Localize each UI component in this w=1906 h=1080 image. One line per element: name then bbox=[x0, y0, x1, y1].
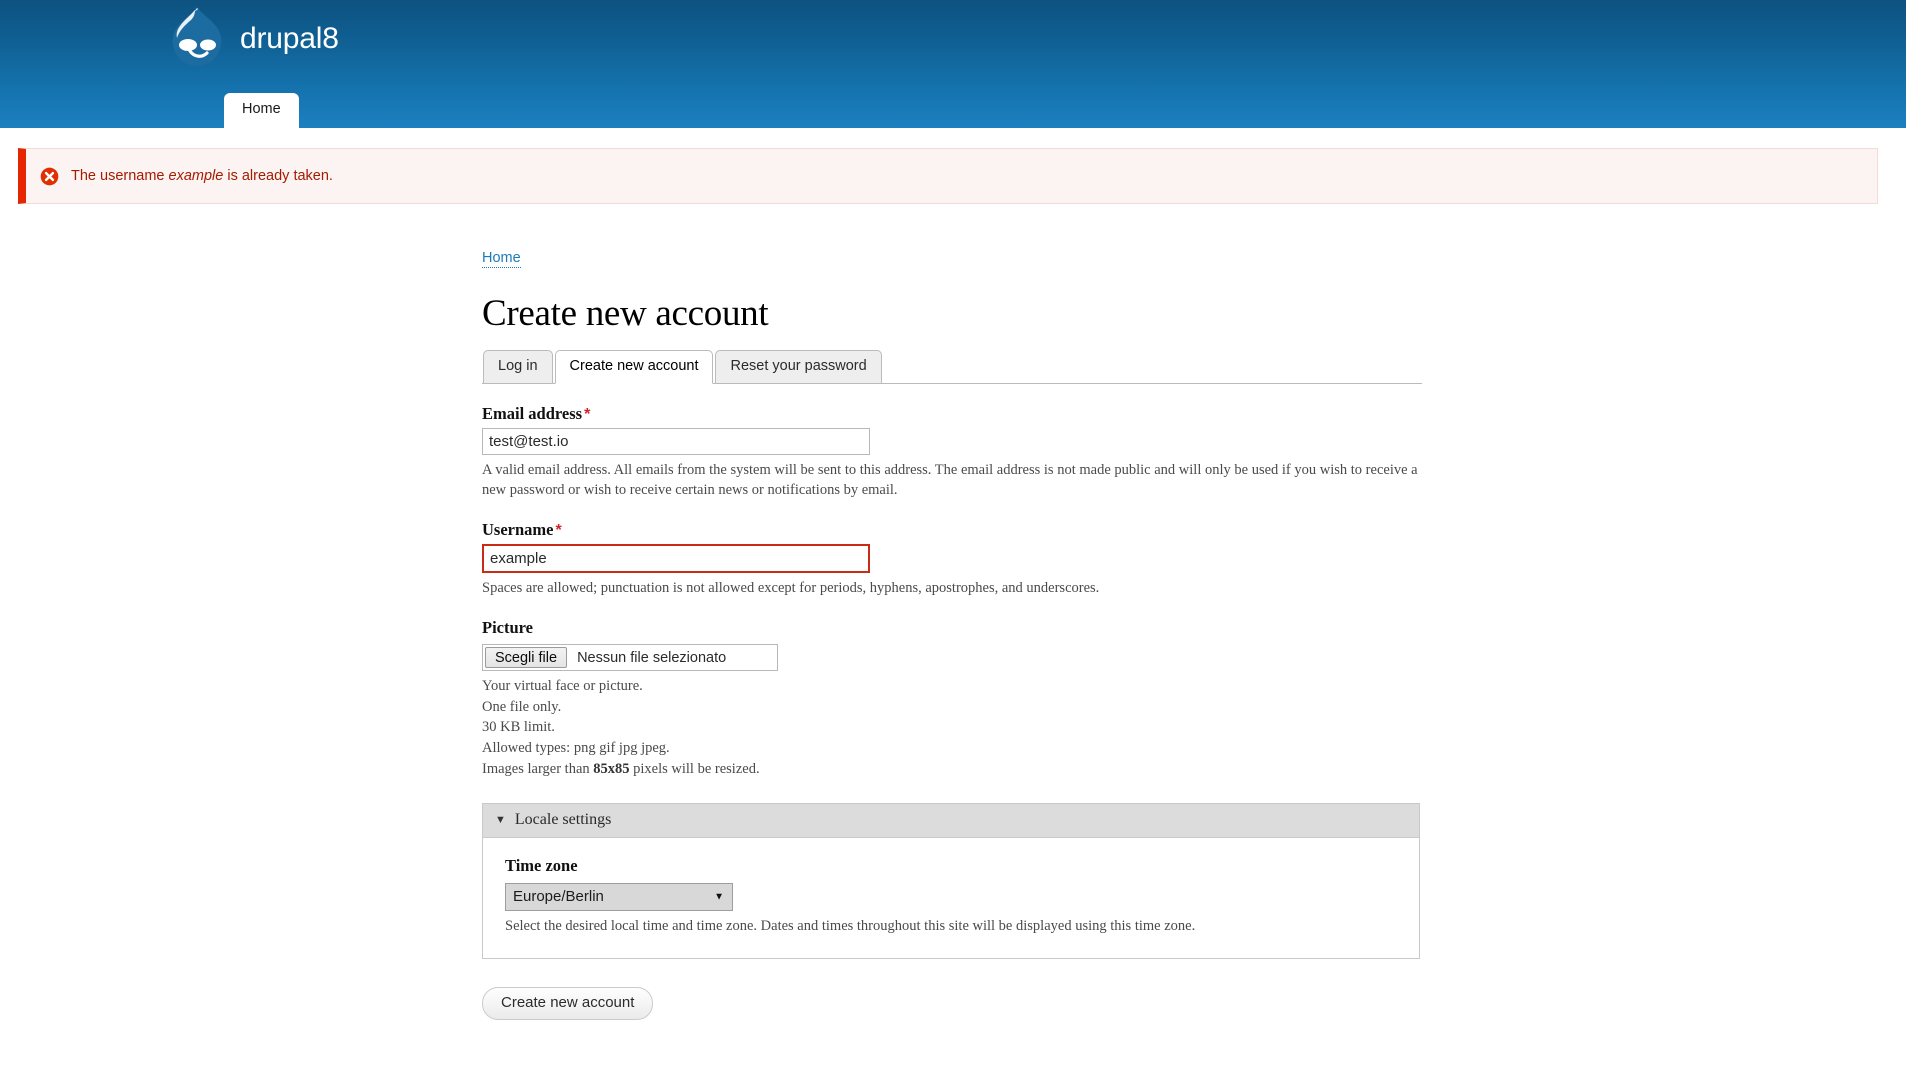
error-text-after: is already taken. bbox=[223, 167, 333, 184]
page-wrapper: Home Create new account Log in Create ne… bbox=[160, 204, 1746, 1080]
picture-resize-note: Images larger than 85x85 pixels will be … bbox=[482, 759, 1422, 780]
picture-file-input[interactable]: Scegli file Nessun file selezionato bbox=[482, 644, 778, 672]
tab-reset-your-password[interactable]: Reset your password bbox=[715, 349, 882, 385]
file-selection-status: Nessun file selezionato bbox=[577, 649, 727, 666]
locale-settings-body: Time zone Europe/Berlin ▼ Select the des… bbox=[483, 838, 1419, 958]
choose-file-button[interactable]: Scegli file bbox=[485, 647, 568, 669]
resize-note-suffix: pixels will be resized. bbox=[629, 760, 760, 777]
site-name: drupal8 bbox=[240, 22, 339, 55]
username-field[interactable] bbox=[482, 544, 870, 574]
timezone-select[interactable]: Europe/Berlin bbox=[505, 883, 733, 912]
site-branding-link[interactable]: drupal8 bbox=[168, 4, 339, 70]
form-item-email: Email address* A valid email address. Al… bbox=[482, 404, 1422, 500]
create-new-account-button[interactable]: Create new account bbox=[482, 987, 654, 1021]
resize-note-prefix: Images larger than bbox=[482, 760, 594, 777]
username-description: Spaces are allowed; punctuation is not a… bbox=[482, 580, 1100, 597]
breadcrumb: Home bbox=[482, 204, 1422, 268]
tab-item: Reset your password bbox=[715, 349, 882, 385]
required-marker: * bbox=[584, 406, 591, 424]
picture-description: Your virtual face or picture. One file o… bbox=[482, 676, 1422, 779]
picture-description-line: 30 KB limit. bbox=[482, 719, 555, 736]
username-label-text: Username bbox=[482, 520, 554, 540]
tab-item: Create new account bbox=[554, 349, 714, 385]
timezone-label: Time zone bbox=[505, 856, 578, 876]
primary-navigation: Home bbox=[224, 93, 299, 128]
locale-settings-details: ▼ Locale settings Time zone Europe/Berli… bbox=[482, 803, 1420, 960]
email-field[interactable] bbox=[482, 428, 870, 456]
email-label: Email address * bbox=[482, 404, 1422, 424]
form-actions: Create new account bbox=[482, 987, 1422, 1021]
local-tasks-tabs: Log in Create new account Reset your pas… bbox=[482, 349, 1422, 385]
timezone-description: Select the desired local time and time z… bbox=[505, 918, 1196, 935]
email-label-text: Email address bbox=[482, 404, 583, 424]
menu-item-home[interactable]: Home bbox=[224, 93, 299, 128]
error-text-emphasis: example bbox=[168, 167, 224, 184]
required-marker: * bbox=[555, 522, 562, 540]
timezone-select-wrapper: Europe/Berlin ▼ bbox=[505, 883, 733, 912]
header-inner: drupal8 Home bbox=[160, 0, 1746, 128]
error-message-text: The username example is already taken. bbox=[71, 167, 333, 186]
form-item-username: Username* Spaces are allowed; punctuatio… bbox=[482, 520, 1422, 598]
username-label: Username * bbox=[482, 520, 1422, 540]
page-title: Create new account bbox=[482, 293, 769, 334]
tab-create-new-account[interactable]: Create new account bbox=[554, 349, 714, 385]
resize-note-dimensions: 85x85 bbox=[593, 760, 630, 777]
messages-region: The username example is already taken. bbox=[0, 128, 1906, 204]
user-register-form: Email address* A valid email address. Al… bbox=[482, 404, 1422, 1021]
chevron-down-icon: ▼ bbox=[495, 813, 506, 826]
tab-log-in[interactable]: Log in bbox=[483, 349, 553, 385]
picture-description-line: Allowed types: png gif jpg jpeg. bbox=[482, 739, 670, 756]
email-description: A valid email address. All emails from t… bbox=[482, 462, 1418, 499]
primary-menu-item: Home bbox=[224, 93, 299, 128]
main-content-column: Home Create new account Log in Create ne… bbox=[482, 204, 1422, 1021]
breadcrumb-item-home[interactable]: Home bbox=[482, 250, 521, 268]
error-message: The username example is already taken. bbox=[18, 148, 1878, 204]
drupal-droplet-icon bbox=[168, 4, 226, 70]
locale-settings-summary[interactable]: ▼ Locale settings bbox=[483, 804, 1419, 839]
picture-description-line: Your virtual face or picture. bbox=[482, 678, 643, 695]
picture-description-line: One file only. bbox=[482, 698, 562, 715]
site-header: drupal8 Home bbox=[0, 0, 1906, 128]
tab-item: Log in bbox=[483, 349, 553, 385]
picture-label: Picture bbox=[482, 618, 534, 638]
error-text-before: The username bbox=[71, 167, 169, 184]
form-item-timezone: Time zone Europe/Berlin ▼ Select the des… bbox=[505, 856, 1397, 936]
error-circle-x-icon bbox=[40, 167, 59, 186]
locale-settings-summary-label: Locale settings bbox=[514, 811, 612, 829]
form-item-picture: Picture Scegli file Nessun file selezion… bbox=[482, 618, 1422, 779]
